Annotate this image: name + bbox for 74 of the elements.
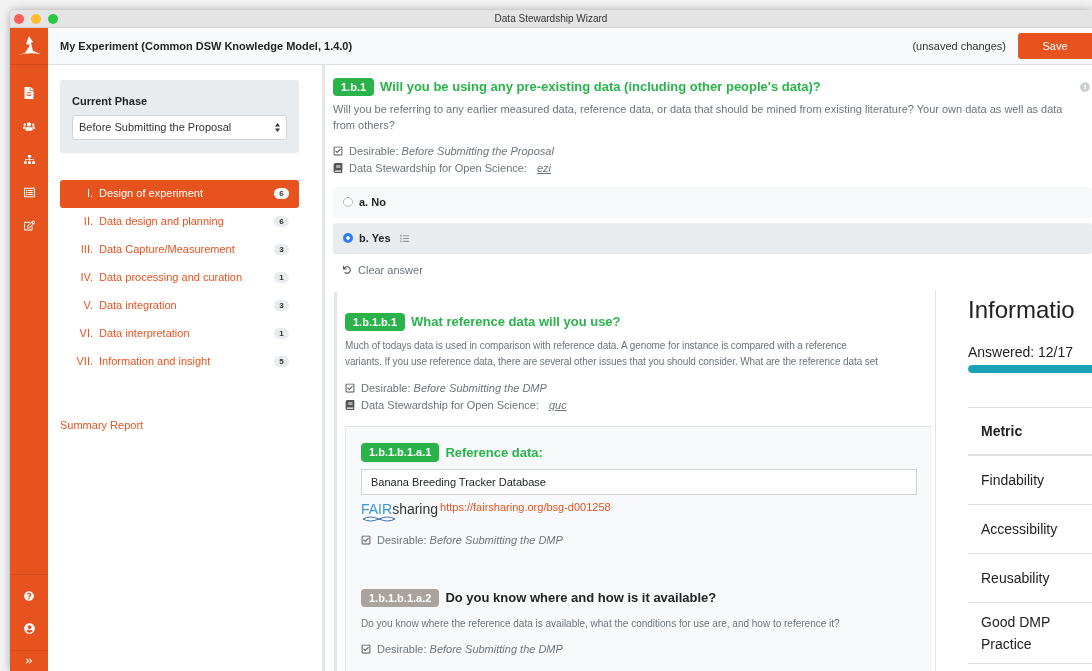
desirable-text: Desirable: Before Submitting the DMP	[377, 532, 563, 548]
answered-count: Answered: 12/17	[968, 343, 1075, 362]
users-icon[interactable]	[23, 121, 35, 132]
answer-option[interactable]: b. Yes	[333, 222, 1092, 254]
undo-icon	[343, 265, 351, 274]
close-window-icon[interactable]	[14, 13, 24, 24]
window-title: Data Stewardship Wizard	[494, 12, 608, 26]
reference-link[interactable]: ezi	[536, 160, 551, 177]
radio-button[interactable]	[343, 197, 353, 207]
question-description: Do you know where the reference data is available, what the conditions for use are, and how to reference it?	[361, 616, 841, 631]
count-badge: 3	[274, 300, 289, 311]
desirable-text: Desirable: Before Submitting the DMP	[361, 380, 547, 396]
user-icon[interactable]	[23, 623, 35, 634]
list-icon[interactable]	[23, 187, 35, 198]
reference-label: Data Stewardship for Open Science:	[349, 161, 527, 176]
count-badge: 6	[274, 188, 289, 199]
checkbox-icon	[333, 145, 343, 156]
chapter-item[interactable]: VI. Data interpretation 1	[60, 319, 299, 348]
question-description: Much of todays data is used in comparison with reference data. A genome for instance is compared with a reference	[345, 338, 848, 353]
chapter-item[interactable]: IV. Data processing and curation 1	[60, 263, 299, 292]
chapter-item[interactable]: II. Data design and planning 6	[60, 207, 299, 236]
edit-icon[interactable]	[23, 220, 35, 231]
phase-label: Current Phase	[72, 94, 149, 109]
phase-select[interactable]: Before Submitting the Proposal	[72, 114, 287, 140]
chapter-item[interactable]: III. Data Capture/Measurement 3	[60, 235, 299, 264]
document-icon[interactable]	[24, 87, 34, 99]
chapter-item[interactable]: I. Design of experiment 6	[60, 179, 299, 208]
clear-answer-link[interactable]: Clear answer	[358, 261, 423, 278]
count-badge: 1	[274, 272, 289, 283]
checkbox-icon	[361, 534, 371, 545]
count-badge: 3	[274, 244, 289, 255]
table-cell: Reusability	[968, 554, 1092, 603]
save-button[interactable]: Save	[1018, 33, 1092, 59]
table-cell: Good DMP Practice	[968, 603, 1092, 664]
book-icon	[345, 400, 355, 411]
table-cell: Findability	[968, 456, 1092, 505]
count-badge: 1	[274, 328, 289, 339]
question-description: Will you be referring to any earlier measured data, reference data, or data that should be mined from existing literature? Your own data as well as data from others?	[333, 101, 1064, 133]
desirable-text: Desirable: Before Submitting the DMP	[377, 641, 563, 657]
count-badge: 5	[274, 356, 289, 367]
sitemap-icon[interactable]	[23, 154, 35, 165]
question-description: variants. If you use reference data, there are several other issues that you should consider. What are the reference data set	[345, 354, 879, 369]
project-title: My Experiment (Common DSW Knowledge Model, 1.4.0)	[60, 38, 353, 54]
question-number-badge: 1.b.1	[333, 77, 375, 96]
count-badge: 6	[274, 216, 289, 227]
chapter-item[interactable]: VII. Information and insight 5	[60, 347, 299, 376]
question-title: Do you know where and how is it available?	[445, 589, 717, 607]
question-title: What reference data will you use?	[411, 313, 621, 331]
question-number-badge: 1.b.1.b.1	[345, 312, 406, 331]
list-icon	[399, 233, 409, 243]
text-input-field[interactable]: Banana Breeding Tracker Database	[361, 469, 917, 495]
expand-icon[interactable]	[25, 657, 33, 665]
select-arrows-icon	[275, 122, 280, 132]
table-header: Metric	[968, 408, 1092, 456]
chapter-item[interactable]: V. Data integration 3	[60, 291, 299, 320]
table-cell: Accessibility	[968, 505, 1092, 554]
question-number-badge: 1.b.1.b.1.a.1	[361, 443, 440, 462]
summary-report-link[interactable]: Summary Report	[60, 416, 299, 433]
unsaved-status: (unsaved changes)	[912, 38, 1006, 54]
answer-option[interactable]: a. No	[333, 186, 1092, 218]
radio-button[interactable]	[343, 233, 353, 243]
desirable-text: Desirable: Before Submitting the Proposal	[349, 143, 554, 159]
question-title: Reference data:	[445, 443, 543, 462]
reference-link[interactable]: quc	[548, 397, 567, 414]
checkbox-icon	[345, 382, 355, 393]
logo: FAIRsharing	[361, 501, 439, 522]
panel-title: Informatio	[968, 295, 1076, 325]
checkbox-icon	[361, 643, 371, 654]
book-icon	[333, 163, 343, 174]
fairsharing-link[interactable]: https://fairsharing.org/bsg-d001258	[440, 499, 611, 516]
reference-label: Data Stewardship for Open Science:	[361, 398, 539, 413]
help-icon[interactable]	[24, 591, 34, 601]
question-number-badge: 1.b.1.b.1.a.2	[361, 588, 440, 607]
question-title: Will you be using any pre-existing data (including other people's data)?	[380, 78, 821, 96]
